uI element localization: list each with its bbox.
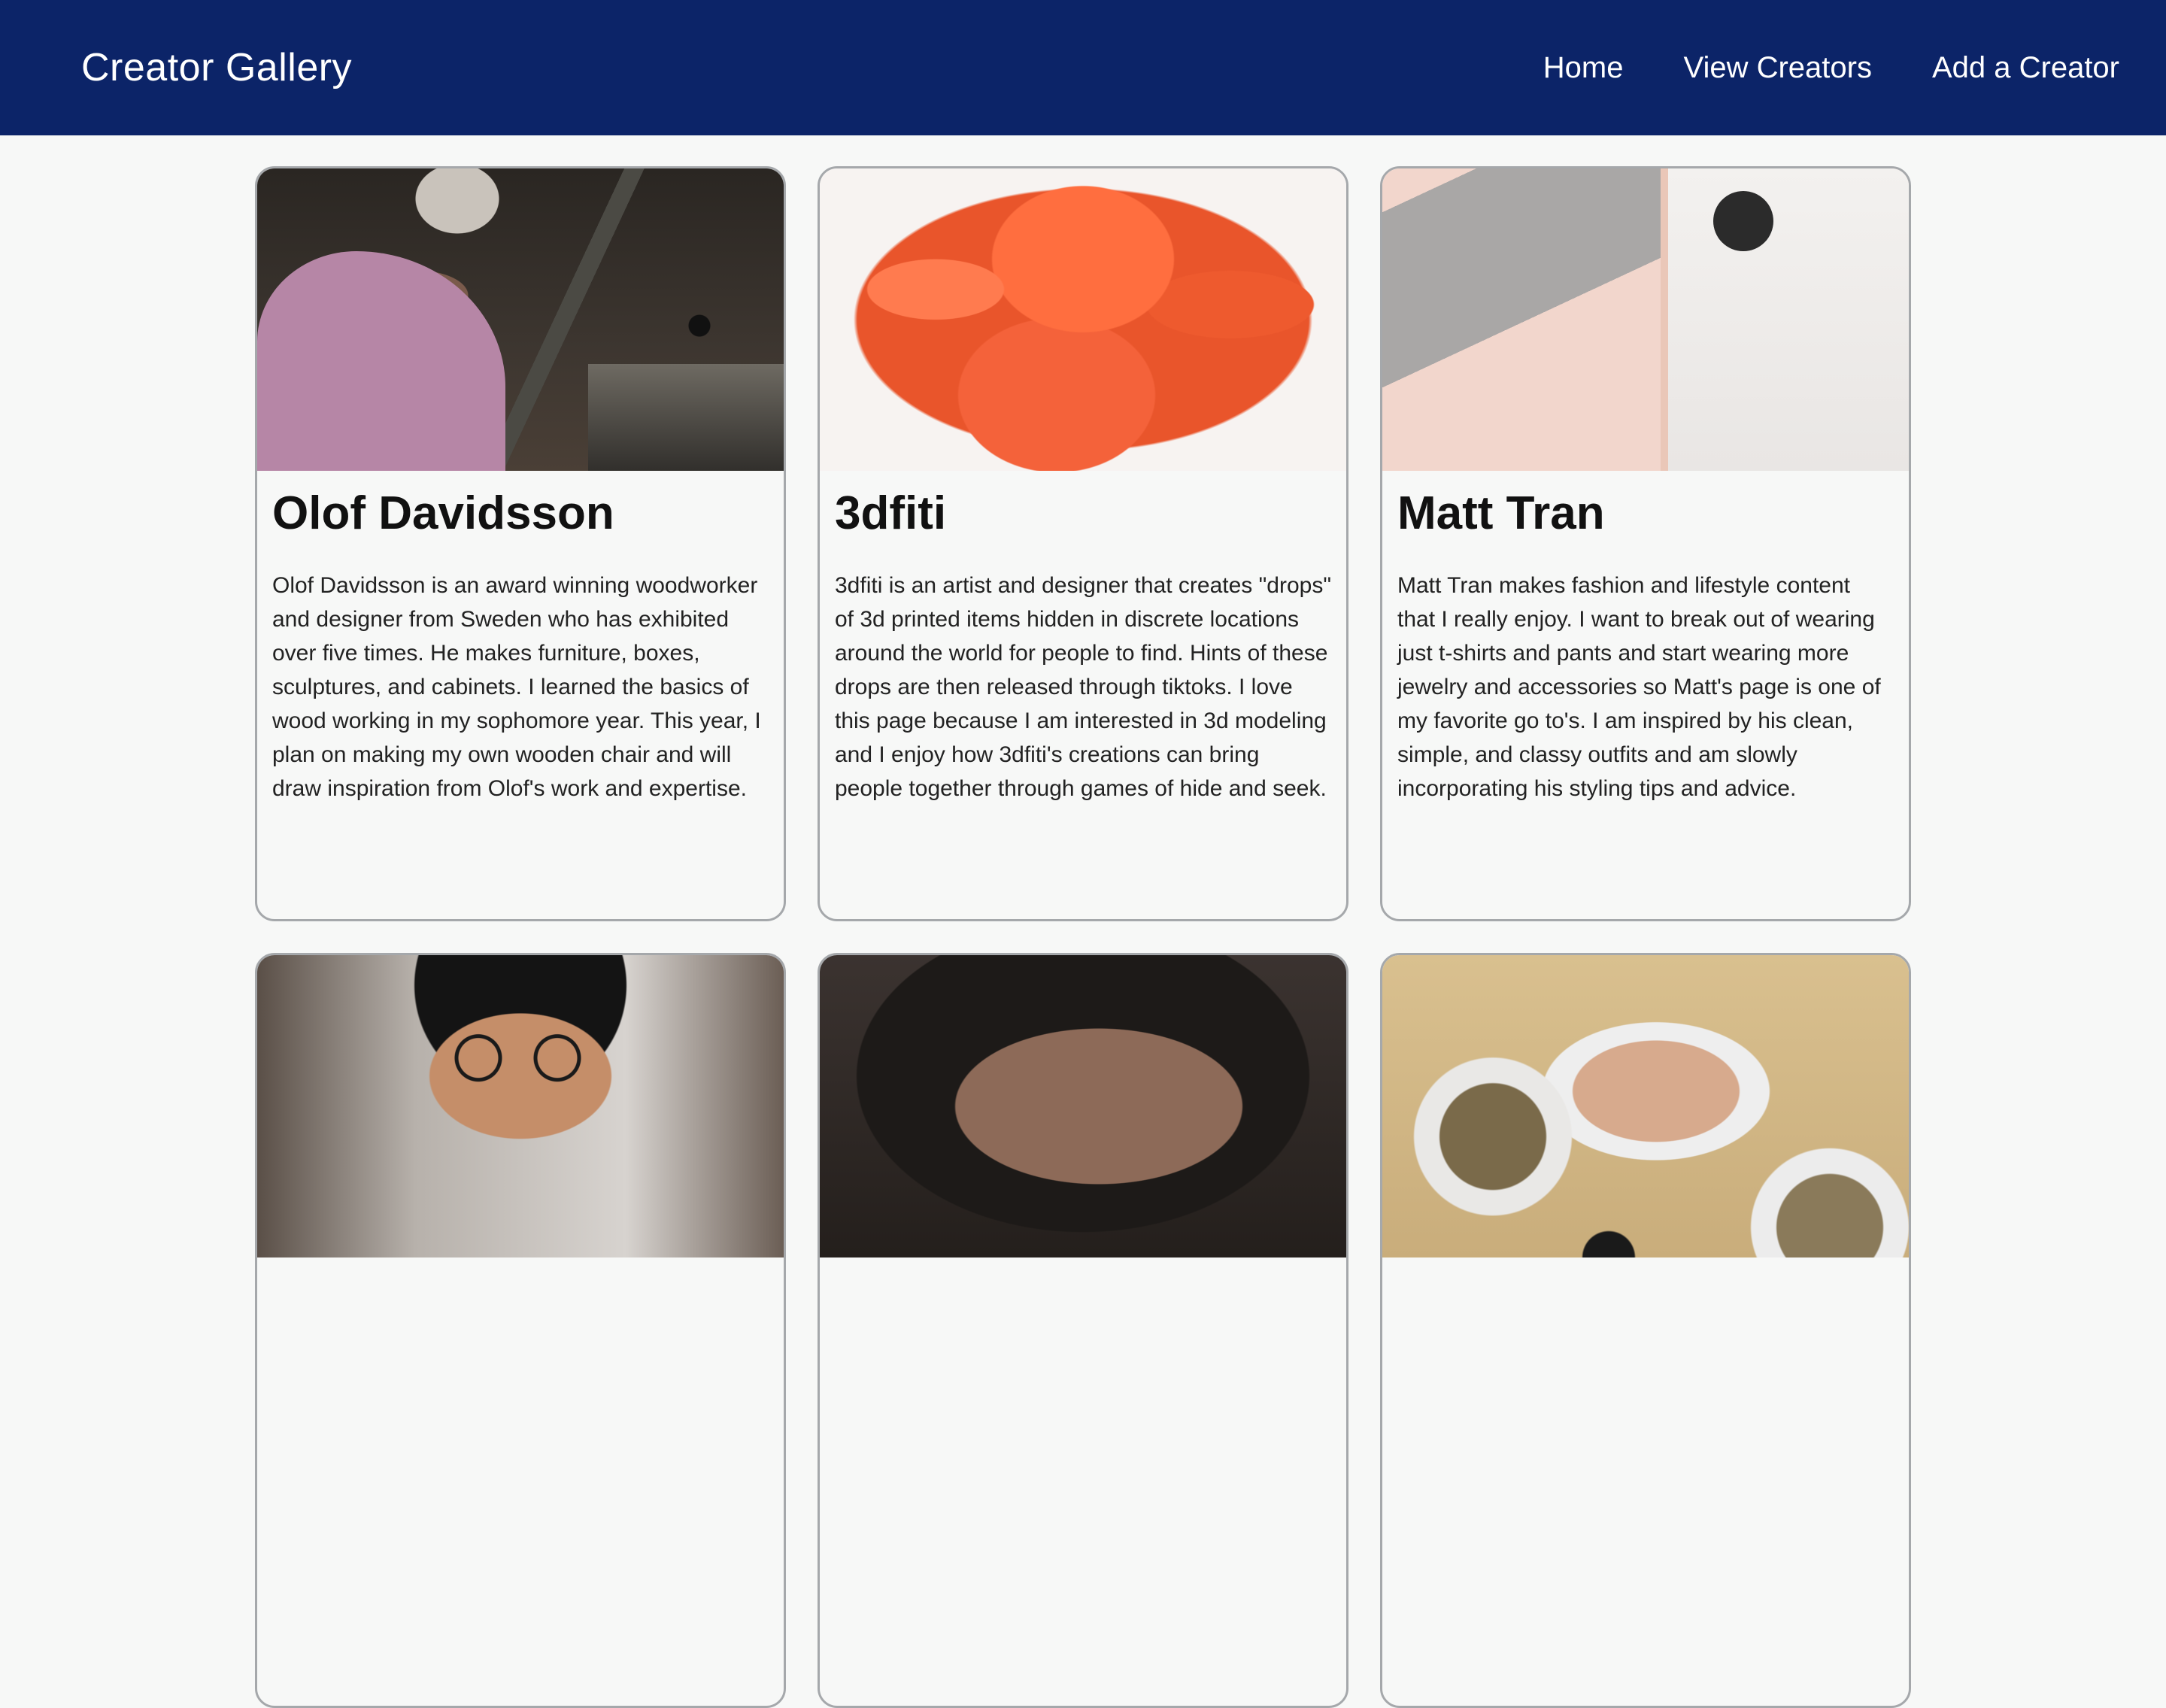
creator-description: 3dfiti is an artist and designer that cr… [835, 573, 1331, 802]
card-body [1382, 1257, 1909, 1268]
brand-title[interactable]: Creator Gallery [81, 45, 352, 90]
creator-card-olof-davidsson[interactable]: Olof Davidsson Olof Davidsson is an awar… [255, 166, 786, 921]
creator-card-3dfiti[interactable]: 3dfiti 3dfiti is an artist and designer … [818, 166, 1348, 921]
creator-card-6[interactable] [1380, 953, 1911, 1708]
top-navbar: Creator Gallery Home View Creators Add a… [0, 0, 2166, 135]
creator-card-5[interactable] [818, 953, 1348, 1708]
creator-image-fashion [1382, 168, 1909, 471]
creator-image-portrait-woman [820, 955, 1346, 1257]
nav-link-home[interactable]: Home [1543, 51, 1624, 85]
creator-image-portrait-man [257, 955, 784, 1257]
creator-name: Olof Davidsson [272, 487, 614, 539]
card-body: Matt Tran Matt Tran makes fashion and li… [1382, 471, 1909, 805]
nav-links: Home View Creators Add a Creator [1543, 51, 2119, 85]
creator-description: Matt Tran makes fashion and lifestyle co… [1397, 573, 1881, 802]
creator-image-woodworker [257, 168, 784, 471]
creator-name: Matt Tran [1397, 487, 1605, 539]
card-body [257, 1257, 784, 1268]
creator-description: Olof Davidsson is an award winning woodw… [272, 573, 761, 802]
card-body [820, 1257, 1346, 1268]
nav-link-view-creators[interactable]: View Creators [1684, 51, 1872, 85]
card-body: Olof Davidsson Olof Davidsson is an awar… [257, 471, 784, 805]
creator-name: 3dfiti [835, 487, 947, 539]
creator-card-matt-tran[interactable]: Matt Tran Matt Tran makes fashion and li… [1380, 166, 1911, 921]
nav-link-add-creator[interactable]: Add a Creator [1932, 51, 2119, 85]
card-body: 3dfiti 3dfiti is an artist and designer … [820, 471, 1346, 805]
creator-image-3d-print [820, 168, 1346, 471]
creator-image-food [1382, 955, 1909, 1257]
creator-grid: Olof Davidsson Olof Davidsson is an awar… [255, 166, 1913, 1708]
creator-card-4[interactable] [255, 953, 786, 1708]
